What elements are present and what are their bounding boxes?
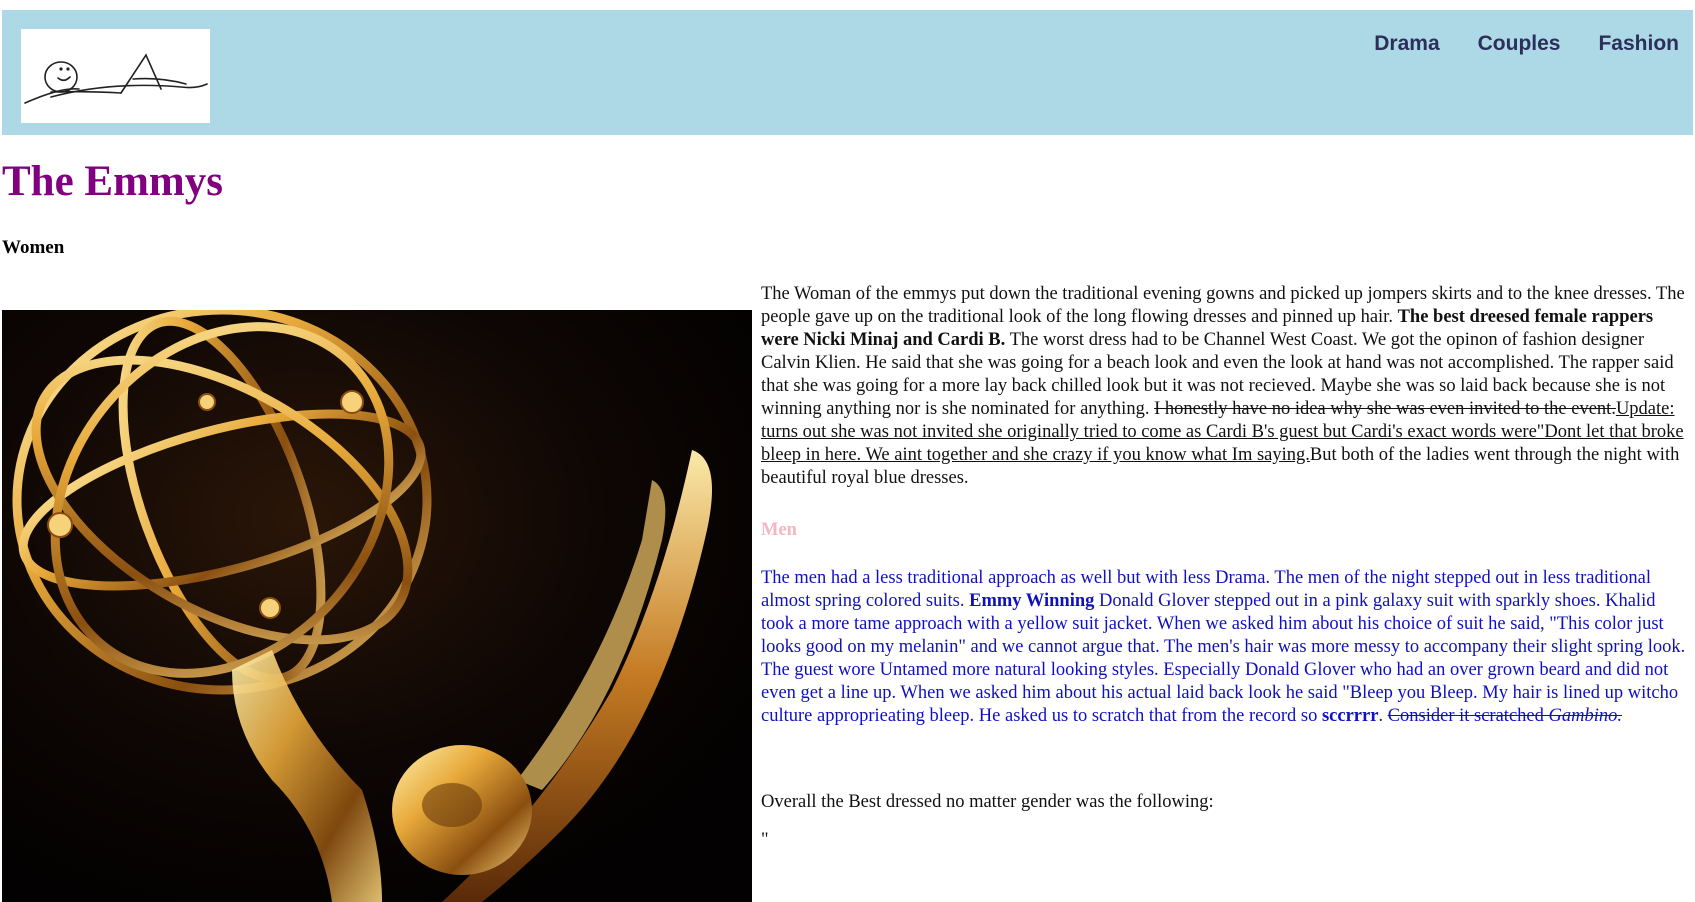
- men-strikethrough-text: Consider it scratched: [1387, 706, 1549, 726]
- section-heading-women: Women: [2, 237, 65, 258]
- main-nav: Drama Couples Fashion: [1374, 32, 1679, 56]
- emmy-statue-icon: [2, 310, 752, 902]
- header-bar: Drama Couples Fashion: [2, 10, 1693, 135]
- men-bold-scratch: sccrrrr: [1321, 706, 1379, 726]
- women-paragraph: The Woman of the emmys put down the trad…: [761, 283, 1691, 490]
- nav-couples[interactable]: Couples: [1478, 32, 1561, 56]
- section-heading-men: Men: [761, 520, 797, 540]
- nav-drama[interactable]: Drama: [1374, 32, 1439, 56]
- page-title: The Emmys: [2, 158, 223, 205]
- overall-best-dressed-text: Overall the Best dressed no matter gende…: [761, 792, 1214, 812]
- quote-mark: ": [761, 830, 769, 850]
- men-bold-emmy-winning: Emmy Winning: [969, 591, 1095, 611]
- article-body: The Woman of the emmys put down the trad…: [761, 283, 1691, 852]
- women-strikethrough-text: I honestly have no idea why she was even…: [1154, 399, 1616, 419]
- men-paragraph: The men had a less traditional approach …: [761, 567, 1691, 728]
- signature-icon: [24, 53, 208, 104]
- emmy-statue-image: [2, 310, 752, 902]
- men-text-3: .: [1378, 706, 1388, 726]
- signature-logo[interactable]: [21, 29, 210, 123]
- men-strikethrough-italic: Gambino.: [1548, 706, 1623, 726]
- nav-fashion[interactable]: Fashion: [1598, 32, 1679, 56]
